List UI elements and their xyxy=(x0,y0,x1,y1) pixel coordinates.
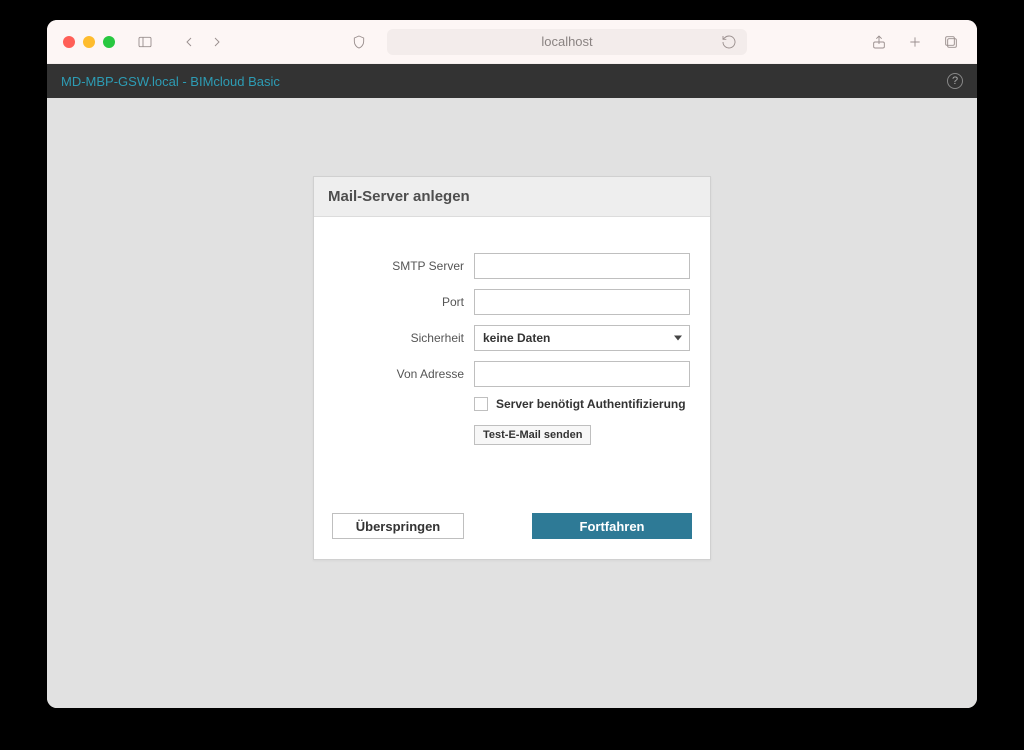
close-window-button[interactable] xyxy=(63,36,75,48)
row-port: Port xyxy=(334,289,690,315)
port-input[interactable] xyxy=(474,289,690,315)
label-port: Port xyxy=(334,295,474,309)
browser-window: localhost MD-MBP-GSW.local - BIMcloud Ba… xyxy=(47,20,977,708)
panel-body: SMTP Server Port Sicherheit keine Daten xyxy=(314,217,710,455)
sidebar-toggle-icon[interactable] xyxy=(135,32,155,52)
content-area: Mail-Server anlegen SMTP Server Port Sic… xyxy=(47,98,977,708)
panel-footer: Überspringen Fortfahren xyxy=(314,455,710,559)
test-email-button[interactable]: Test-E-Mail senden xyxy=(474,425,591,445)
auth-label: Server benötigt Authentifizierung xyxy=(496,397,686,411)
panel-title: Mail-Server anlegen xyxy=(314,177,710,217)
traffic-lights xyxy=(63,36,115,48)
privacy-shield-icon[interactable] xyxy=(349,32,369,52)
row-smtp: SMTP Server xyxy=(334,253,690,279)
smtp-input[interactable] xyxy=(474,253,690,279)
url-text: localhost xyxy=(541,34,592,49)
from-address-input[interactable] xyxy=(474,361,690,387)
tabs-overview-icon[interactable] xyxy=(941,32,961,52)
label-from: Von Adresse xyxy=(334,367,474,381)
back-button[interactable] xyxy=(179,32,199,52)
row-security: Sicherheit keine Daten xyxy=(334,325,690,351)
zoom-window-button[interactable] xyxy=(103,36,115,48)
test-row: Test-E-Mail senden xyxy=(474,425,690,445)
continue-button[interactable]: Fortfahren xyxy=(532,513,692,539)
app-header: MD-MBP-GSW.local - BIMcloud Basic ? xyxy=(47,64,977,98)
titlebar-right xyxy=(869,32,961,52)
help-icon[interactable]: ? xyxy=(947,73,963,89)
mail-server-panel: Mail-Server anlegen SMTP Server Port Sic… xyxy=(313,176,711,560)
app-title: MD-MBP-GSW.local - BIMcloud Basic xyxy=(61,74,280,89)
reload-icon[interactable] xyxy=(719,32,739,52)
share-icon[interactable] xyxy=(869,32,889,52)
security-select[interactable]: keine Daten xyxy=(474,325,690,351)
titlebar: localhost xyxy=(47,20,977,64)
auth-checkbox[interactable] xyxy=(474,397,488,411)
auth-checkbox-row: Server benötigt Authentifizierung xyxy=(474,397,690,411)
new-tab-icon[interactable] xyxy=(905,32,925,52)
row-from: Von Adresse xyxy=(334,361,690,387)
minimize-window-button[interactable] xyxy=(83,36,95,48)
skip-button[interactable]: Überspringen xyxy=(332,513,464,539)
url-bar[interactable]: localhost xyxy=(387,29,747,55)
label-security: Sicherheit xyxy=(334,331,474,345)
forward-button[interactable] xyxy=(207,32,227,52)
security-value: keine Daten xyxy=(483,331,550,345)
label-smtp: SMTP Server xyxy=(334,259,474,273)
